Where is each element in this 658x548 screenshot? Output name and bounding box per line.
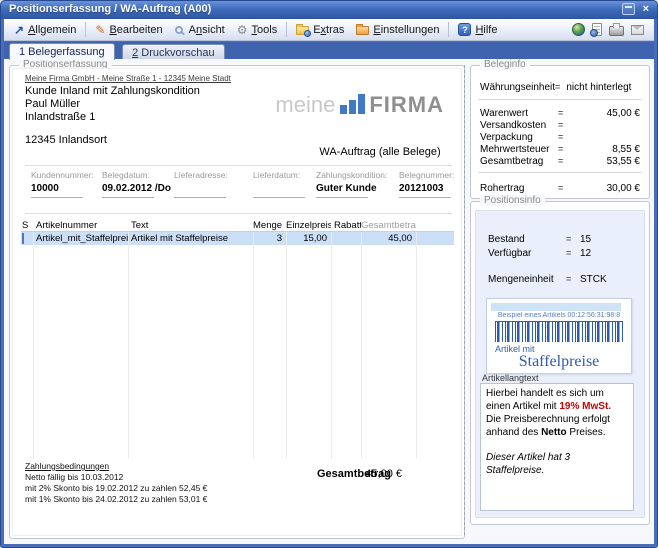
panel-divider — [464, 65, 465, 535]
beleginfo-row: Warenwert=45,00 € — [471, 107, 649, 119]
beleginfo-row: Verpackung= — [471, 131, 649, 143]
field-lieferadresse[interactable]: Lieferadresse: — [174, 170, 254, 198]
table-row[interactable]: Artikel_mit_Staffelpreise Artikel mit St… — [21, 232, 454, 245]
payment-terms: Zahlungsbedingungen Netto fällig bis 10.… — [25, 461, 207, 505]
address-city: 12345 Inlandsort — [25, 134, 107, 146]
beleginfo-row: Rohertrag=30,00 € — [471, 182, 649, 194]
equals-sign: = — [558, 144, 570, 154]
divider — [25, 213, 452, 214]
tab-druckvorschau[interactable]: 2 Druckvorschau — [122, 44, 225, 60]
edit-icon: ✎ — [95, 24, 105, 36]
field-kundennummer[interactable]: Kundennummer: 10000 — [31, 170, 111, 198]
field-zahlungskondition[interactable]: Zahlungskondition: Guter Kunde — [316, 170, 396, 198]
mail-icon[interactable] — [631, 25, 644, 35]
magnifier-icon — [175, 26, 183, 34]
gear-icon: ⚙ — [237, 24, 248, 36]
menu-separator — [448, 22, 449, 37]
menu-separator — [286, 22, 287, 37]
field-belegdatum[interactable]: Belegdatum: 09.02.2012 /Do — [102, 170, 182, 198]
restore-icon[interactable] — [622, 3, 635, 15]
menu-tools[interactable]: ⚙ Tools — [231, 22, 283, 38]
menu-einstellungen[interactable]: Einstellungen — [350, 22, 445, 38]
printer-icon[interactable] — [609, 26, 624, 36]
positionserfassung-group: Positionserfassung Meine Firma GmbH - Me… — [9, 65, 465, 539]
positions-table: S Artikelnummer Text Menge Einzelpreis R… — [21, 219, 454, 459]
arrow-icon: ↗ — [14, 24, 24, 36]
beleginfo-row: Mehrwertsteuer=8,55 € — [471, 143, 649, 155]
beleginfo-row: Währungseinheit=nicht hinterlegt — [471, 81, 649, 93]
field-belegnummer[interactable]: Belegnummer: 20121003 — [399, 170, 479, 198]
menu-extras[interactable]: Extras — [290, 22, 350, 38]
address-line: Inlandstraße 1 — [25, 111, 95, 123]
positionsinfo-row: Verfügbar=12 — [476, 247, 644, 259]
divider — [478, 99, 642, 100]
equals-sign: = — [558, 120, 570, 130]
article-barcode-preview: Beispiel eines Artikels 00:12:56:31:98:8… — [486, 298, 632, 374]
total-value: 45,00 € — [350, 468, 402, 480]
window-title: Positionserfassung / WA-Auftrag (A00) — [9, 3, 211, 15]
barcode-text-large: Staffelpreise — [487, 353, 631, 371]
payment-terms-heading: Zahlungsbedingungen — [25, 461, 207, 472]
menu-hilfe[interactable]: ? Hilfe — [452, 21, 503, 38]
help-icon: ? — [458, 23, 471, 36]
close-icon[interactable]: × — [641, 3, 651, 15]
langtext-label: Artikellangtext — [482, 373, 539, 383]
address-line: Kunde Inland mit Zahlungskondition — [25, 85, 200, 97]
positionsinfo-row: Mengeneinheit=STCK — [476, 273, 644, 285]
sender-line: Meine Firma GmbH - Meine Straße 1 - 1234… — [25, 74, 231, 83]
content-area: Positionserfassung Meine Firma GmbH - Me… — [4, 59, 654, 544]
logo-bars-icon — [340, 94, 365, 114]
positionsinfo-panel: Bestand=15 Verfügbar=12 Mengeneinheit=ST… — [475, 210, 645, 518]
title-bar: Positionserfassung / WA-Auftrag (A00) × — [1, 1, 657, 19]
equals-sign: = — [555, 82, 566, 92]
menu-bar: ↗ Allgemein ✎ Bearbeiten Ansicht ⚙ Tools… — [4, 19, 654, 41]
divider — [478, 172, 642, 173]
positionsinfo-group: Positionsinfo Bestand=15 Verfügbar=12 Me… — [470, 201, 650, 525]
document-icon[interactable] — [592, 23, 602, 36]
equals-sign: = — [566, 248, 580, 258]
equals-sign: = — [558, 156, 570, 166]
document-type: WA-Auftrag (alle Belege) — [315, 146, 445, 158]
folder-icon — [356, 26, 369, 35]
equals-sign: = — [558, 132, 570, 142]
menu-bearbeiten[interactable]: ✎ Bearbeiten — [89, 22, 168, 38]
tab-strip: 1 Belegerfassung 2 Druckvorschau — [4, 42, 654, 59]
barcode-caption: Beispiel eines Artikels 00:12:56:31:98:8 — [487, 312, 631, 319]
divider — [25, 165, 452, 166]
article-row-icon — [22, 233, 24, 244]
table-header-row[interactable]: S Artikelnummer Text Menge Einzelpreis R… — [21, 219, 454, 232]
group-label: Positionsinfo — [480, 195, 545, 206]
group-label: Beleginfo — [480, 59, 530, 70]
equals-sign: = — [558, 108, 570, 118]
equals-sign: = — [566, 274, 580, 284]
folder-ball-icon — [296, 26, 309, 35]
beleginfo-row: Versandkosten= — [471, 119, 649, 131]
company-logo: meine FIRMA — [275, 94, 444, 115]
beleginfo-row: Gesamtbetrag=53,55 € — [471, 155, 649, 167]
globe-icon[interactable] — [572, 23, 585, 36]
address-line: Paul Müller — [25, 98, 80, 110]
beleginfo-group: Beleginfo Währungseinheit=nicht hinterle… — [470, 65, 650, 199]
equals-sign: = — [558, 183, 570, 193]
menu-ansicht[interactable]: Ansicht — [169, 22, 231, 38]
equals-sign: = — [566, 234, 580, 244]
positionsinfo-row: Bestand=15 — [476, 233, 644, 245]
app-window: Positionserfassung / WA-Auftrag (A00) × … — [0, 0, 658, 548]
langtext-box[interactable]: Hierbei handelt es sich um einen Artikel… — [480, 383, 634, 511]
tab-belegerfassung[interactable]: 1 Belegerfassung — [9, 43, 115, 60]
barcode-icon — [495, 321, 623, 342]
menu-separator — [85, 22, 86, 37]
menu-allgemein[interactable]: ↗ Allgemein — [8, 22, 82, 38]
highlight-strip — [491, 303, 621, 311]
